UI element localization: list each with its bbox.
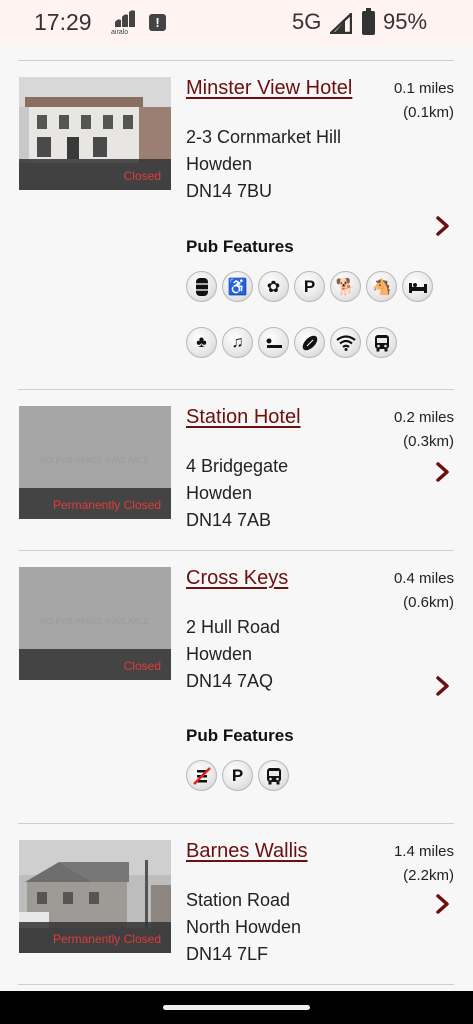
no-smoking-icon: [186, 760, 217, 791]
pub-address: 2-3 Cornmarket Hill Howden DN14 7BU: [186, 124, 341, 205]
pub-card-minster-view-hotel[interactable]: Closed Minster View Hotel 0.1 miles (0.1…: [18, 60, 454, 389]
address-line: 2-3 Cornmarket Hill: [186, 127, 342, 147]
pub-address: 2 Hull Road Howden DN14 7AQ: [186, 614, 280, 695]
chevron-right-icon[interactable]: [432, 460, 452, 484]
pub-name-link[interactable]: Cross Keys: [186, 567, 288, 590]
features-row: P: [186, 760, 289, 791]
distance-km: (0.1km): [403, 104, 454, 121]
pub-image: Permanently Closed: [19, 840, 171, 953]
airalo-label: airalo: [111, 29, 129, 36]
home-gesture-handle[interactable]: [163, 1005, 310, 1010]
pub-distance: 0.4 miles (0.6km): [394, 567, 454, 615]
pub-distance: 0.1 miles (0.1km): [394, 77, 454, 125]
address-line: Howden: [186, 483, 253, 503]
pub-address: Station Road North Howden DN14 7LF: [186, 887, 301, 968]
signal-icon: [330, 13, 352, 34]
pub-distance: 0.2 miles (0.3km): [394, 406, 454, 454]
address-line: 2 Hull Road: [186, 617, 281, 637]
features-row: ♣ ♫: [186, 327, 397, 358]
distance-km: (2.2km): [403, 867, 454, 884]
status-label: Closed: [123, 659, 161, 673]
address-line: 4 Bridgegate: [186, 456, 289, 476]
navigation-bar: [0, 991, 473, 1024]
chevron-right-icon[interactable]: [432, 892, 452, 916]
dog-icon: 🐕: [330, 271, 361, 302]
no-image-text: NO PUB IMAGE AVAILABLE: [40, 617, 150, 626]
address-line: DN14 7AQ: [186, 671, 274, 691]
pub-name-link[interactable]: Minster View Hotel: [186, 77, 352, 100]
parking-icon: P: [222, 760, 253, 791]
address-line: Howden: [186, 644, 253, 664]
address-line: Howden: [186, 154, 253, 174]
address-line: North Howden: [186, 917, 302, 937]
features-title: Pub Features: [186, 726, 294, 745]
status-bar: 17:29 airalo ! 5G 95%: [0, 0, 473, 46]
alert-icon: !: [149, 14, 166, 31]
pub-card-cross-keys[interactable]: NO PUB IMAGE AVAILABLE Closed Cross Keys…: [18, 550, 454, 823]
wifi-icon: [330, 327, 361, 358]
battery-icon: [362, 8, 375, 35]
distance-miles: 1.4 miles: [393, 843, 454, 860]
pub-image: Closed: [19, 77, 171, 190]
no-image-text: NO PUB IMAGE AVAILABLE: [40, 456, 150, 465]
pub-image: NO PUB IMAGE AVAILABLE Permanently Close…: [19, 406, 171, 519]
distance-km: (0.6km): [403, 594, 454, 611]
address-line: DN14 7AB: [186, 510, 272, 530]
features-title: Pub Features: [186, 237, 294, 256]
address-line: DN14 7LF: [186, 944, 269, 964]
bus-icon: [258, 760, 289, 791]
music-icon: ♫: [222, 327, 253, 358]
bus-icon: [366, 327, 397, 358]
list-divider: [18, 984, 454, 986]
pub-name-link[interactable]: Station Hotel: [186, 406, 301, 429]
address-line: DN14 7BU: [186, 181, 273, 201]
distance-miles: 0.2 miles: [393, 409, 454, 426]
rocking-horse-icon: 🐴: [366, 271, 397, 302]
address-line: Station Road: [186, 890, 291, 910]
status-label: Permanently Closed: [52, 932, 161, 946]
pub-name-link[interactable]: Barnes Wallis: [186, 840, 308, 863]
flower-icon: ✿: [258, 271, 289, 302]
pub-card-barnes-wallis[interactable]: Permanently Closed Barnes Wallis 1.4 mil…: [18, 823, 454, 984]
status-time: 17:29: [34, 9, 92, 35]
rugby-ball-icon: [294, 327, 325, 358]
wheelchair-icon: ♿: [222, 271, 253, 302]
chevron-right-icon[interactable]: [432, 674, 452, 698]
status-label: Permanently Closed: [52, 498, 161, 512]
features-row: ♿ ✿ P 🐕 🐴: [186, 271, 433, 302]
pub-card-station-hotel[interactable]: NO PUB IMAGE AVAILABLE Permanently Close…: [18, 389, 454, 550]
parking-icon: P: [294, 271, 325, 302]
sleep-icon: [258, 327, 289, 358]
pub-distance: 1.4 miles (2.2km): [394, 840, 454, 888]
distance-miles: 0.1 miles: [393, 80, 454, 97]
distance-miles: 0.4 miles: [393, 570, 454, 587]
bed-icon: [402, 271, 433, 302]
battery-percent: 95%: [383, 9, 428, 34]
chevron-right-icon[interactable]: [432, 214, 452, 238]
airalo-icon: airalo: [111, 10, 137, 38]
pub-image: NO PUB IMAGE AVAILABLE Closed: [19, 567, 171, 680]
distance-km: (0.3km): [403, 433, 454, 450]
barrel-icon: [186, 271, 217, 302]
status-label: Closed: [123, 169, 161, 183]
pub-address: 4 Bridgegate Howden DN14 7AB: [186, 453, 288, 534]
network-type: 5G: [292, 9, 322, 34]
club-icon: ♣: [186, 327, 217, 358]
